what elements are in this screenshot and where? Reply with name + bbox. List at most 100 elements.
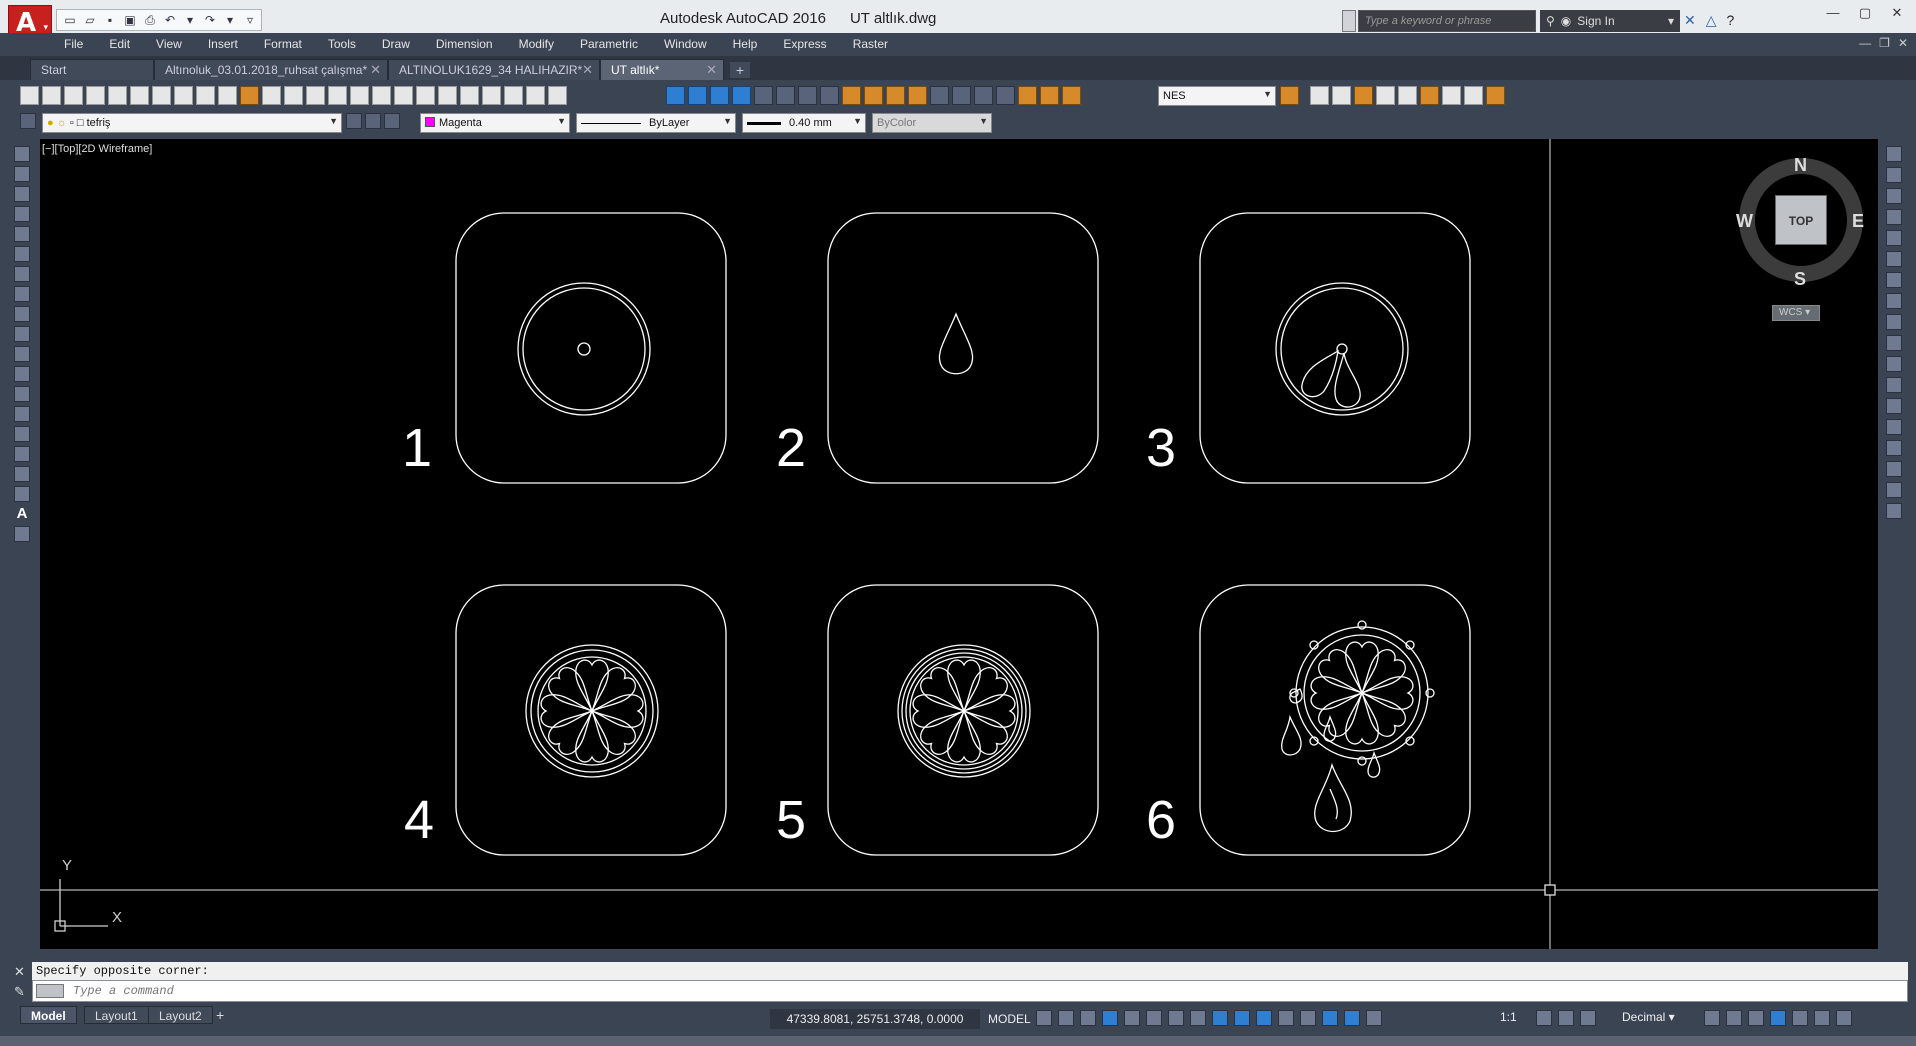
pan-icon[interactable] — [328, 86, 347, 105]
copy-icon[interactable] — [196, 86, 215, 105]
angle-icon[interactable] — [820, 86, 839, 105]
dynamic-input-icon[interactable] — [1102, 1010, 1118, 1026]
compass-east[interactable]: E — [1852, 211, 1864, 232]
arc-length-icon[interactable] — [710, 86, 729, 105]
break-icon[interactable] — [1886, 398, 1902, 414]
menu-view[interactable]: View — [156, 37, 182, 51]
compass-south[interactable]: S — [1794, 269, 1806, 290]
menu-window[interactable]: Window — [664, 37, 707, 51]
tab-altinoluk-ruhsat[interactable]: Altınoluk_03.01.2018_ruhsat çalışma* ✕ — [154, 59, 388, 80]
layer-dropdown[interactable]: ● ☼ ▫ □ tefriş ▼ — [42, 113, 342, 133]
cut-icon[interactable] — [174, 86, 193, 105]
baseline-icon[interactable] — [864, 86, 883, 105]
annotation-visibility-icon[interactable] — [1322, 1010, 1338, 1026]
print-icon[interactable]: ⎙ — [141, 12, 159, 28]
menu-parametric[interactable]: Parametric — [580, 37, 638, 51]
layer-properties-icon[interactable] — [20, 113, 36, 129]
block-editor-icon[interactable] — [262, 86, 281, 105]
jogged-icon[interactable] — [996, 86, 1015, 105]
coordinate-readout[interactable]: 47339.8081, 25751.3748, 0.0000 — [770, 1009, 980, 1029]
open-icon[interactable]: ▱ — [81, 12, 99, 28]
line-icon[interactable] — [14, 146, 30, 162]
blend-curves-icon[interactable] — [1886, 482, 1902, 498]
dim-text-edit-icon[interactable] — [1040, 86, 1059, 105]
help-icon[interactable]: ? — [1727, 12, 1735, 29]
ellipse-icon[interactable] — [798, 86, 817, 105]
menu-raster[interactable]: Raster — [853, 37, 888, 51]
object-snap-tracking-icon[interactable] — [1190, 1010, 1206, 1026]
quick-dim-icon[interactable] — [842, 86, 861, 105]
layer-previous-icon[interactable] — [365, 113, 381, 129]
polar-icon[interactable] — [1146, 1010, 1162, 1026]
edit-text-icon[interactable] — [1354, 86, 1373, 105]
object-snap-icon[interactable] — [1212, 1010, 1228, 1026]
minimize-icon[interactable]: — — [1818, 4, 1848, 22]
join-icon[interactable] — [1886, 419, 1902, 435]
save-icon[interactable] — [64, 86, 83, 105]
design-center-icon[interactable] — [438, 86, 457, 105]
snap-icon[interactable] — [1058, 1010, 1074, 1026]
ortho-icon[interactable] — [1124, 1010, 1140, 1026]
drawing-canvas[interactable]: [−][Top][2D Wireframe] 1 2 3 4 5 6 Y X N… — [40, 139, 1878, 949]
search-input[interactable]: Type a keyword or phrase — [1358, 10, 1536, 32]
doc-close-icon[interactable]: ✕ — [1898, 36, 1908, 50]
ellipse-arc-icon[interactable] — [14, 346, 30, 362]
tab-start[interactable]: Start — [30, 59, 154, 80]
close-icon[interactable]: ✕ — [370, 62, 381, 78]
linetype-dropdown[interactable]: ByLayer ▼ — [576, 113, 736, 133]
lineweight-icon[interactable] — [1234, 1010, 1250, 1026]
close-icon[interactable]: ✕ — [582, 62, 593, 78]
dim-update-icon[interactable] — [1062, 86, 1081, 105]
copy-object-icon[interactable] — [1886, 167, 1902, 183]
dim-style-icon[interactable] — [1280, 86, 1299, 105]
layout-tab-layout2[interactable]: Layout2 — [148, 1006, 213, 1024]
plotstyle-dropdown[interactable]: ByColor ▼ — [872, 113, 992, 133]
gradient-icon[interactable] — [14, 446, 30, 462]
3d-print-icon[interactable] — [152, 86, 171, 105]
compass-north[interactable]: N — [1794, 155, 1807, 176]
menu-dimension[interactable]: Dimension — [436, 37, 493, 51]
undo-icon[interactable] — [284, 86, 303, 105]
doc-minimize-icon[interactable]: — — [1859, 36, 1871, 50]
make-block-icon[interactable] — [14, 386, 30, 402]
move-icon[interactable] — [1886, 251, 1902, 267]
tab-ut-altlik[interactable]: UT altlık* ✕ — [600, 59, 724, 80]
mirror-icon[interactable] — [1886, 188, 1902, 204]
layer-match-icon[interactable] — [384, 113, 400, 129]
color-dropdown[interactable]: Magenta ▼ — [420, 113, 570, 133]
menu-draw[interactable]: Draw — [382, 37, 410, 51]
zoom-window-icon[interactable] — [372, 86, 391, 105]
close-icon[interactable]: ✕ — [1882, 4, 1912, 22]
exchange-apps-icon[interactable]: ✕ — [1684, 12, 1696, 29]
break-at-point-icon[interactable] — [1886, 377, 1902, 393]
units-dropdown[interactable]: Decimal ▾ — [1622, 1010, 1675, 1024]
multiline-text-icon[interactable]: A — [17, 506, 28, 522]
trim-icon[interactable] — [1886, 335, 1902, 351]
new-tab-button[interactable]: + — [730, 62, 750, 78]
ordinate-icon[interactable] — [732, 86, 751, 105]
lock-ui-icon[interactable] — [1726, 1010, 1742, 1026]
markup-icon[interactable] — [504, 86, 523, 105]
dim-edit-icon[interactable] — [1018, 86, 1037, 105]
preview-icon[interactable] — [108, 86, 127, 105]
zoom-previous-icon[interactable] — [394, 86, 413, 105]
layout-tab-layout1[interactable]: Layout1 — [84, 1006, 149, 1024]
insert-block-icon[interactable] — [14, 366, 30, 382]
scale-text-icon[interactable] — [1442, 86, 1461, 105]
single-line-text-icon[interactable] — [1332, 86, 1351, 105]
hardware-acceleration-icon[interactable] — [1770, 1010, 1786, 1026]
revision-cloud-icon[interactable] — [14, 286, 30, 302]
save-icon[interactable]: ▪ — [101, 12, 119, 28]
tool-palettes-icon[interactable] — [460, 86, 479, 105]
calculator-icon[interactable] — [526, 86, 545, 105]
spline-icon[interactable] — [14, 306, 30, 322]
ellipse-icon[interactable] — [14, 326, 30, 342]
stretch-icon[interactable] — [1886, 314, 1902, 330]
menu-edit[interactable]: Edit — [109, 37, 130, 51]
arc-icon[interactable] — [776, 86, 795, 105]
annotation-scale-value[interactable]: 1:1 — [1500, 1010, 1517, 1024]
menu-express[interactable]: Express — [783, 37, 826, 51]
command-input[interactable] — [32, 980, 1908, 1002]
circle-icon[interactable] — [754, 86, 773, 105]
isodraft-icon[interactable] — [1168, 1010, 1184, 1026]
